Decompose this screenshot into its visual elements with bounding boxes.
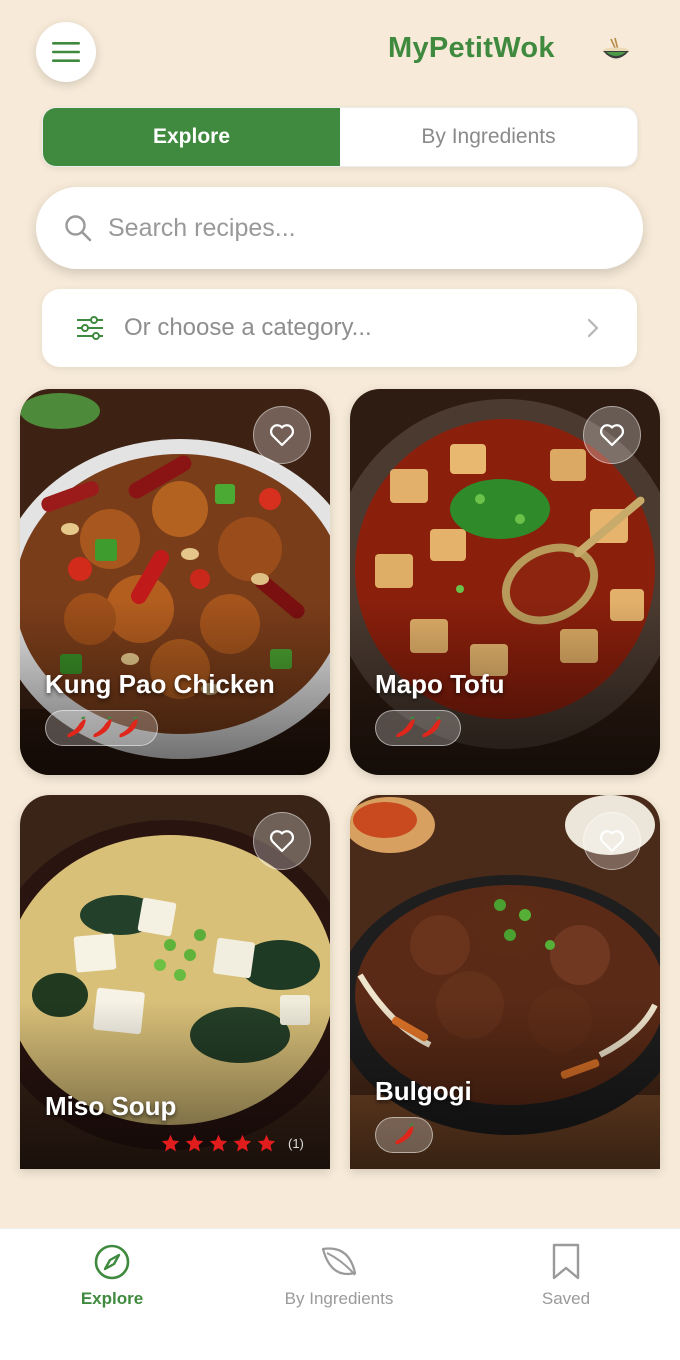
hamburger-menu-icon xyxy=(52,42,80,62)
chili-pepper-icon xyxy=(396,716,415,738)
category-placeholder: Or choose a category... xyxy=(124,314,372,341)
bookmark-icon xyxy=(552,1243,580,1280)
leaf-icon xyxy=(321,1247,357,1276)
app-title: MyPetitWok xyxy=(388,32,555,64)
chili-pepper-icon xyxy=(92,716,112,738)
star-icon xyxy=(209,1134,228,1152)
spice-level-badge xyxy=(375,1117,433,1153)
recipe-card-bulgogi[interactable]: Bulgogi xyxy=(350,795,660,1169)
chili-pepper-icon xyxy=(422,716,441,738)
recipe-name: Miso Soup xyxy=(45,1091,177,1121)
chili-pepper-icon xyxy=(395,1123,414,1145)
chili-pepper-icon xyxy=(66,716,86,738)
menu-button[interactable] xyxy=(36,22,96,82)
favorite-button[interactable] xyxy=(253,406,311,464)
recipe-name: Mapo Tofu xyxy=(375,669,505,699)
search-bar xyxy=(36,187,643,269)
recipe-name: Bulgogi xyxy=(375,1076,472,1106)
nav-by-ingredients[interactable]: By Ingredients xyxy=(249,1243,429,1309)
search-input[interactable] xyxy=(108,213,588,243)
category-selector[interactable]: Or choose a category... xyxy=(42,289,637,367)
heart-icon xyxy=(599,424,625,447)
search-icon xyxy=(65,215,92,242)
recipe-card-miso-soup[interactable]: Miso Soup (1) xyxy=(20,795,330,1169)
star-rating: (1) xyxy=(160,1133,304,1154)
tab-by-ingredients[interactable]: By Ingredients xyxy=(340,108,637,166)
star-icon xyxy=(161,1134,180,1152)
nav-label: Explore xyxy=(80,1289,144,1308)
recipe-card-kung-pao-chicken[interactable]: Kung Pao Chicken xyxy=(20,389,330,775)
nav-explore[interactable]: Explore xyxy=(22,1243,202,1309)
heart-icon xyxy=(599,830,625,853)
tab-explore[interactable]: Explore xyxy=(43,108,340,166)
heart-icon xyxy=(269,424,295,447)
nav-label: Saved xyxy=(541,1289,591,1308)
star-icon xyxy=(185,1134,204,1152)
star-icon xyxy=(233,1134,252,1152)
rating-count: (1) xyxy=(288,1136,304,1151)
recipe-card-mapo-tofu[interactable]: Mapo Tofu xyxy=(350,389,660,775)
nav-saved[interactable]: Saved xyxy=(476,1243,656,1309)
spice-level-badge xyxy=(375,710,461,746)
heart-icon xyxy=(269,830,295,853)
spice-level-badge xyxy=(45,710,158,746)
chili-pepper-icon xyxy=(118,716,138,738)
recipe-name: Kung Pao Chicken xyxy=(45,669,275,699)
filter-sliders-icon xyxy=(77,316,103,340)
compass-icon xyxy=(94,1244,130,1280)
noodle-bowl-icon xyxy=(603,37,629,59)
favorite-button[interactable] xyxy=(583,406,641,464)
chevron-right-icon xyxy=(587,318,599,338)
favorite-button[interactable] xyxy=(583,812,641,870)
favorite-button[interactable] xyxy=(253,812,311,870)
view-toggle: Explore By Ingredients xyxy=(42,107,638,167)
bottom-nav: Explore By Ingredients Saved xyxy=(0,1228,680,1360)
star-icon xyxy=(257,1134,276,1152)
nav-label: By Ingredients xyxy=(284,1289,394,1308)
